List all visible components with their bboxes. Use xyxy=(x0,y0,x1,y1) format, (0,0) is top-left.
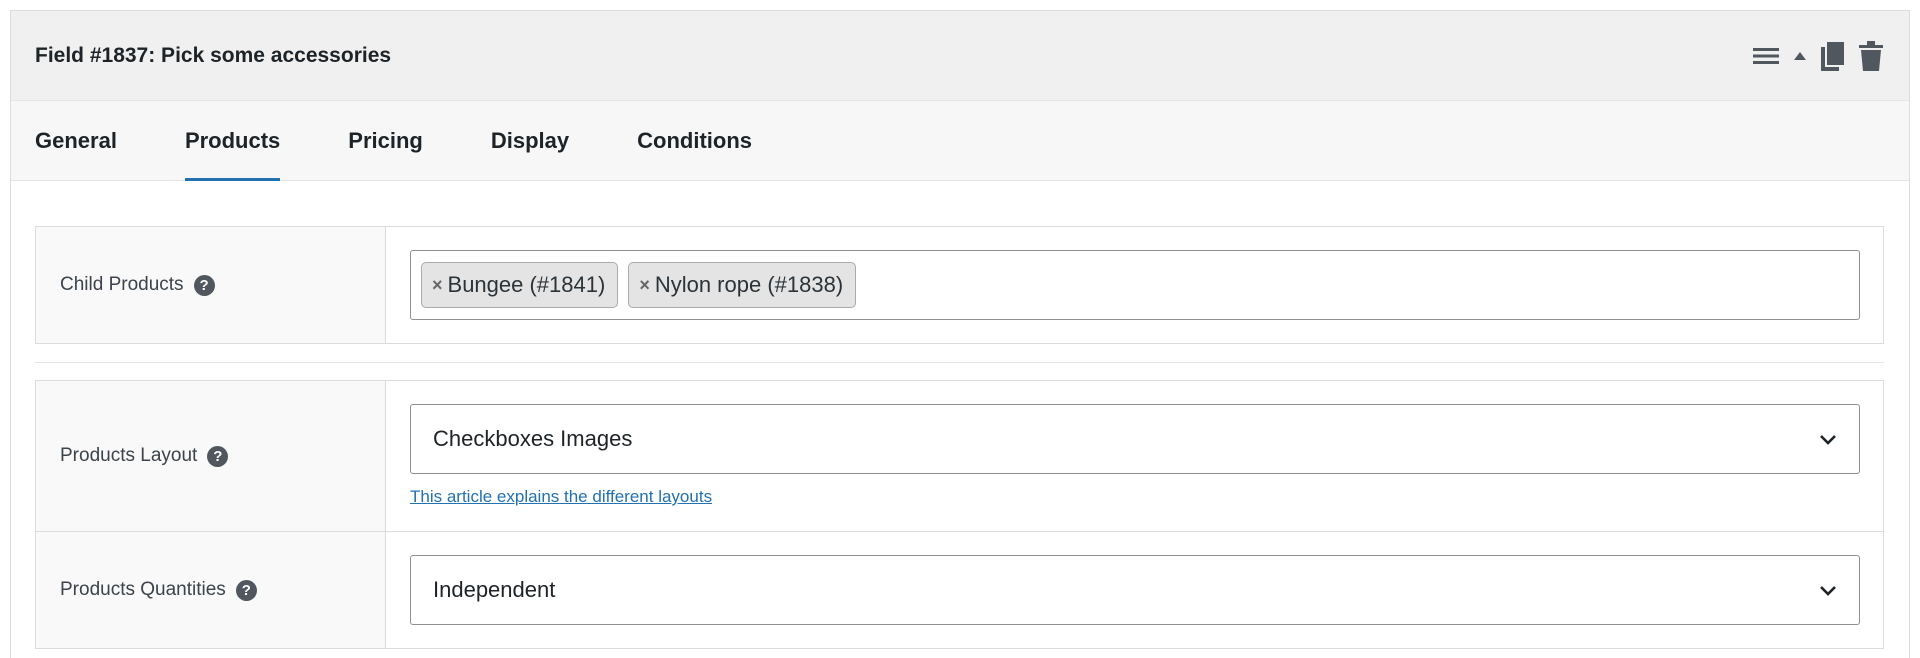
tab-content: Child Products ? × Bungee (#1841) × Nylo… xyxy=(11,181,1909,649)
child-products-value-cell: × Bungee (#1841) × Nylon rope (#1838) xyxy=(386,227,1883,343)
child-products-section: Child Products ? × Bungee (#1841) × Nylo… xyxy=(35,226,1884,344)
help-icon[interactable]: ? xyxy=(235,579,257,601)
header-actions xyxy=(1753,40,1883,71)
child-products-label: Child Products xyxy=(60,274,184,295)
products-layout-value: Checkboxes Images xyxy=(433,426,633,451)
products-quantities-value: Independent xyxy=(433,577,556,602)
remove-tag-icon[interactable]: × xyxy=(432,275,443,296)
layout-settings-section: Products Layout ? Checkboxes Images This… xyxy=(35,380,1884,649)
products-quantities-select[interactable]: Independent xyxy=(410,555,1860,625)
child-products-input[interactable]: × Bungee (#1841) × Nylon rope (#1838) xyxy=(410,250,1860,320)
product-tag: × Nylon rope (#1838) xyxy=(628,262,857,308)
section-divider xyxy=(35,362,1884,363)
product-tag-label: Nylon rope (#1838) xyxy=(654,272,844,297)
products-quantities-value-cell: Independent xyxy=(386,532,1883,648)
chevron-down-icon xyxy=(1819,577,1837,603)
products-quantities-label: Products Quantities xyxy=(60,579,226,600)
layouts-article-link[interactable]: This article explains the different layo… xyxy=(410,487,712,507)
product-tag: × Bungee (#1841) xyxy=(421,262,619,308)
menu-icon[interactable] xyxy=(1753,46,1779,66)
duplicate-icon[interactable] xyxy=(1821,40,1845,71)
products-layout-label: Products Layout xyxy=(60,445,198,466)
products-quantities-label-cell: Products Quantities ? xyxy=(36,532,386,648)
products-layout-select[interactable]: Checkboxes Images xyxy=(410,404,1860,474)
product-tag-label: Bungee (#1841) xyxy=(447,272,606,297)
field-title: Field #1837: Pick some accessories xyxy=(35,43,392,67)
tab-general[interactable]: General xyxy=(35,101,117,180)
tab-bar: General Products Pricing Display Conditi… xyxy=(11,101,1909,181)
tab-products[interactable]: Products xyxy=(184,101,281,181)
field-header[interactable]: Field #1837: Pick some accessories xyxy=(11,11,1909,101)
collapse-arrow-icon[interactable] xyxy=(1793,51,1807,61)
field-panel: Field #1837: Pick some accessories Gener… xyxy=(10,10,1910,658)
tab-display[interactable]: Display xyxy=(491,101,569,180)
child-products-label-cell: Child Products ? xyxy=(36,227,386,343)
products-quantities-row: Products Quantities ? Independent xyxy=(36,531,1883,648)
tab-pricing[interactable]: Pricing xyxy=(348,101,423,180)
help-icon[interactable]: ? xyxy=(207,445,229,467)
chevron-down-icon xyxy=(1819,426,1837,452)
tab-conditions[interactable]: Conditions xyxy=(637,101,752,180)
products-layout-row: Products Layout ? Checkboxes Images This… xyxy=(36,381,1883,531)
trash-icon[interactable] xyxy=(1859,40,1883,71)
remove-tag-icon[interactable]: × xyxy=(639,275,650,296)
help-icon[interactable]: ? xyxy=(193,274,215,296)
products-layout-label-cell: Products Layout ? xyxy=(36,381,386,531)
products-layout-value-cell: Checkboxes Images This article explains … xyxy=(386,381,1883,531)
